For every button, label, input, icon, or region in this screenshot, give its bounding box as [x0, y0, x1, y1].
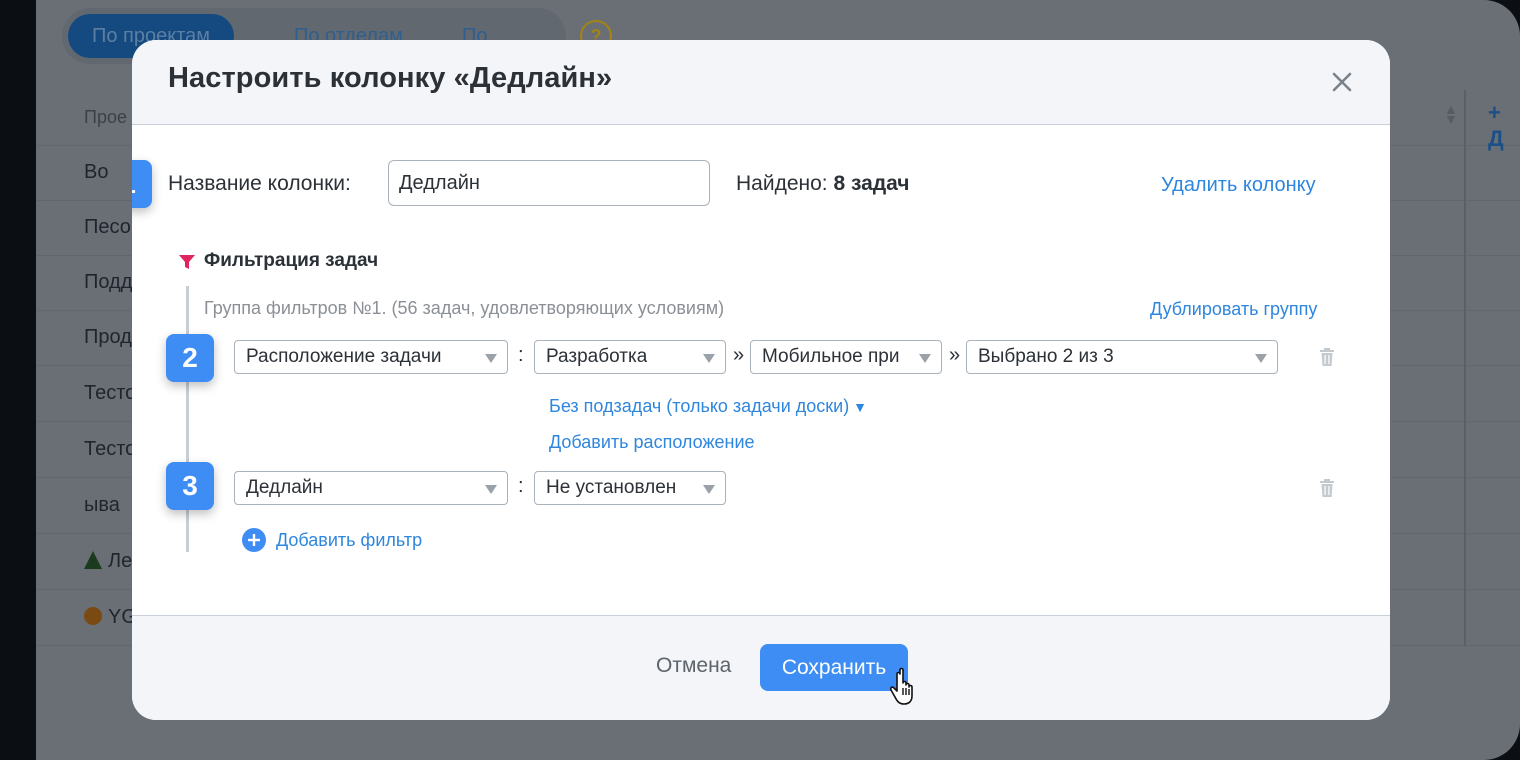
- funnel-icon: [179, 255, 195, 269]
- add-column-button[interactable]: + Д: [1488, 100, 1520, 152]
- found-label: Найдено:: [736, 172, 828, 195]
- row-label: Во: [84, 161, 109, 183]
- chevron-down-icon: [485, 354, 497, 363]
- column-divider: [1464, 90, 1466, 646]
- step-badge-2: 2: [166, 334, 214, 382]
- deadline-value-select[interactable]: Не установлен: [534, 471, 726, 505]
- delete-column-link[interactable]: Удалить колонку: [1161, 174, 1316, 197]
- chevron-down-icon: [485, 485, 497, 494]
- tree-icon: [84, 551, 102, 569]
- dialog-title: Настроить колонку «Дедлайн»: [168, 62, 613, 94]
- delete-filter-icon[interactable]: [1319, 479, 1335, 497]
- circle-icon: [84, 607, 102, 625]
- filter-group-label: Группа фильтров №1. (56 задач, удовлетво…: [204, 298, 725, 318]
- filter-section-title: Фильтрация задач: [204, 250, 379, 271]
- column-name-input[interactable]: [388, 160, 710, 206]
- sort-icon[interactable]: ▲ ▼: [1444, 102, 1458, 126]
- configure-column-dialog: Настроить колонку «Дедлайн» Название кол…: [132, 40, 1390, 720]
- found-count: Найдено: 8 задач: [736, 172, 910, 196]
- columns-select[interactable]: Выбрано 2 из 3: [966, 340, 1278, 374]
- add-filter-link[interactable]: Добавить фильтр: [276, 530, 422, 551]
- row-label: Песо: [84, 216, 131, 238]
- cancel-button[interactable]: Отмена: [656, 654, 731, 678]
- chevron-down-icon: [1255, 354, 1267, 363]
- path-separator: »: [733, 344, 745, 366]
- chevron-down-icon: [703, 354, 715, 363]
- column-header-project: Прое: [84, 107, 127, 127]
- delete-filter-icon[interactable]: [1319, 348, 1335, 366]
- chevron-down-icon: [919, 354, 931, 363]
- filter-group-line: [186, 286, 189, 552]
- row-label: Подд: [84, 271, 133, 293]
- row-label: ыва: [84, 494, 120, 516]
- chevron-down-icon: [703, 485, 715, 494]
- deadline-field-select[interactable]: Дедлайн: [234, 471, 508, 505]
- colon-separator: :: [518, 475, 524, 497]
- plus-circle-icon[interactable]: [242, 528, 266, 552]
- row-label: Тесто: [84, 382, 137, 404]
- save-button[interactable]: Сохранить: [760, 644, 908, 691]
- step-badge-3: 3: [166, 462, 214, 510]
- location-field-select[interactable]: Расположение задачи: [234, 340, 508, 374]
- caret-down-icon: ▼: [849, 399, 867, 415]
- dialog-header: Настроить колонку «Дедлайн»: [132, 40, 1390, 125]
- board-select[interactable]: Мобильное при: [750, 340, 942, 374]
- found-value: 8 задач: [833, 172, 910, 195]
- step-badge-1: 1: [132, 160, 152, 208]
- add-location-link[interactable]: Добавить расположение: [549, 432, 755, 453]
- hand-cursor-icon: [890, 667, 913, 705]
- project-select[interactable]: Разработка: [534, 340, 726, 374]
- column-name-label: Название колонки:: [168, 172, 351, 195]
- subtasks-dropdown[interactable]: Без подзадач (только задачи доски) ▼: [549, 396, 867, 417]
- row-label: YG: [84, 590, 137, 645]
- close-icon[interactable]: [1328, 68, 1356, 96]
- path-separator: »: [949, 344, 961, 366]
- row-label: Тесто: [84, 438, 137, 460]
- colon-separator: :: [518, 344, 524, 366]
- duplicate-group-link[interactable]: Дублировать группу: [1150, 299, 1317, 320]
- row-label: Прод: [84, 326, 132, 348]
- row-label: Ле: [84, 534, 132, 589]
